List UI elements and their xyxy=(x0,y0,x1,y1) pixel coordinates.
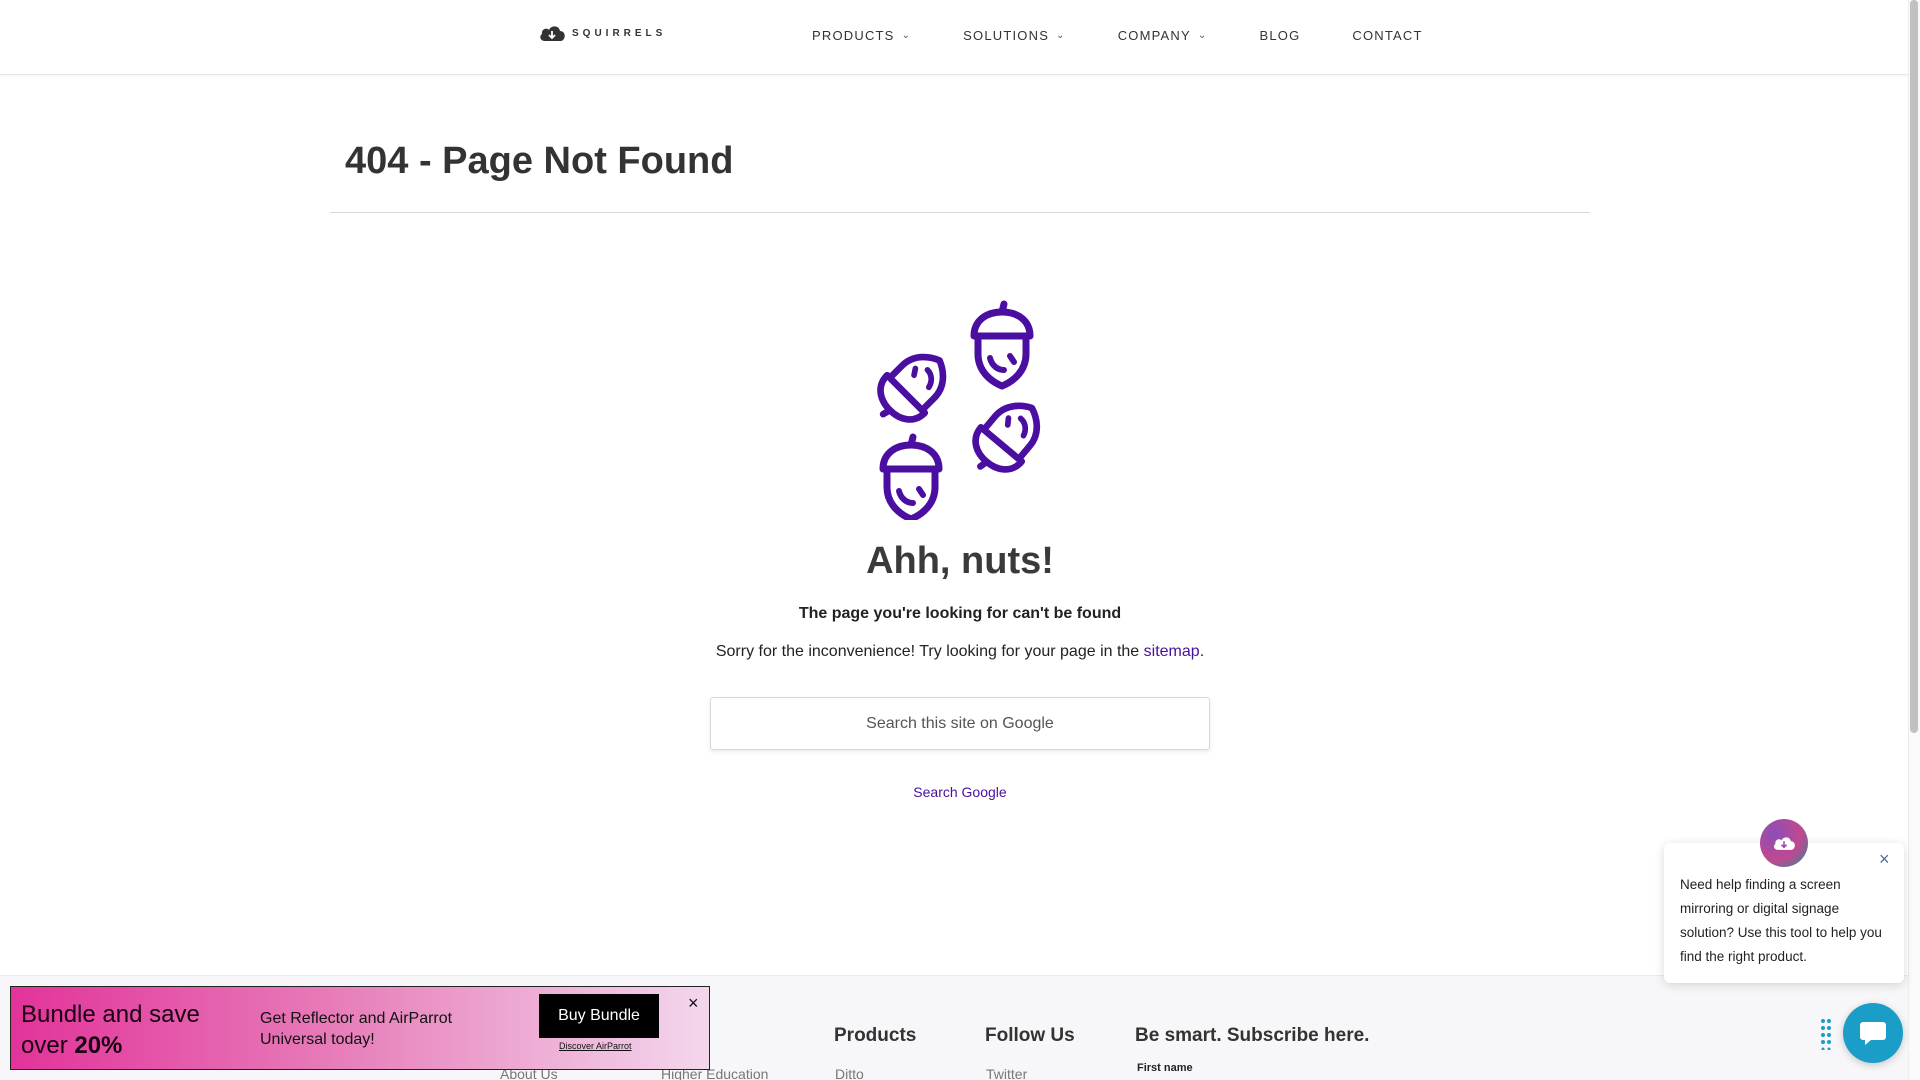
chat-avatar xyxy=(1760,819,1808,867)
bundle-message: Get Reflector and AirParrot Universal to… xyxy=(260,1008,452,1050)
first-name-label: First name xyxy=(1137,1062,1193,1074)
nav-company[interactable]: COMPANY ⌄ xyxy=(1118,28,1208,43)
footer-link-twitter[interactable]: Twitter xyxy=(986,1066,1027,1080)
search-google-wrap: Search Google xyxy=(0,784,1920,800)
bundle-headline: Bundle and save over 20% xyxy=(21,999,200,1061)
footer-heading-products: Products xyxy=(834,1025,917,1046)
chat-launcher-button[interactable] xyxy=(1843,1003,1903,1063)
bundle-message-line1: Get Reflector and AirParrot xyxy=(260,1010,453,1027)
page-title: 404 - Page Not Found xyxy=(345,140,734,182)
bundle-promo-banner: Bundle and save over 20% Get Reflector a… xyxy=(10,986,710,1070)
main-nav: PRODUCTS ⌄ SOLUTIONS ⌄ COMPANY ⌄ BLOG CO… xyxy=(812,28,1423,43)
sitemap-link[interactable]: sitemap xyxy=(1144,643,1200,660)
buy-bundle-button[interactable]: Buy Bundle xyxy=(539,994,659,1038)
scrollbar-thumb[interactable] xyxy=(1910,0,1918,733)
error-heading: Ahh, nuts! xyxy=(866,540,1054,582)
sorry-prefix: Sorry for the inconvenience! Try looking… xyxy=(715,643,1144,660)
search-google-button[interactable]: Search Google xyxy=(913,784,1006,800)
error-subheading: The page you're looking for can't be fou… xyxy=(798,605,1122,622)
nav-solutions[interactable]: SOLUTIONS ⌄ xyxy=(963,28,1066,43)
nav-contact[interactable]: CONTACT xyxy=(1352,28,1422,43)
chat-message: Need help finding a screen mirroring or … xyxy=(1680,877,1882,964)
bundle-message-line2: Universal today! xyxy=(260,1031,375,1048)
chevron-down-icon: ⌄ xyxy=(1197,30,1208,41)
close-icon[interactable]: × xyxy=(688,994,699,1012)
sorry-suffix: . xyxy=(1199,643,1205,660)
bundle-line1: Bundle and save xyxy=(21,1001,200,1028)
discover-airparrot-link[interactable]: Discover AirParrot xyxy=(559,1041,632,1051)
google-search-input[interactable] xyxy=(710,697,1210,750)
chevron-down-icon: ⌄ xyxy=(1056,30,1066,41)
divider xyxy=(330,212,1590,213)
chat-bubble-icon xyxy=(1860,1022,1886,1045)
site-header: SQUIRRELS PRODUCTS ⌄ SOLUTIONS ⌄ COMPANY… xyxy=(0,0,1908,75)
footer-link-ditto[interactable]: Ditto xyxy=(835,1066,864,1080)
sorry-text: Sorry for the inconvenience! Try looking… xyxy=(0,643,1920,661)
cloud-logo-icon xyxy=(540,26,565,41)
footer-heading-follow-us: Follow Us xyxy=(985,1025,1075,1046)
close-icon[interactable]: × xyxy=(1879,849,1890,870)
nav-products[interactable]: PRODUCTS ⌄ xyxy=(812,28,911,43)
chevron-down-icon: ⌄ xyxy=(901,30,912,41)
squirrels-logo[interactable]: SQUIRRELS xyxy=(538,24,666,42)
nav-blog[interactable]: BLOG xyxy=(1259,28,1300,43)
nav-blog-label: BLOG xyxy=(1259,28,1301,43)
bundle-discount: 20% xyxy=(74,1032,123,1059)
acorns-illustration-icon xyxy=(875,295,1050,520)
nav-products-label: PRODUCTS xyxy=(812,28,895,43)
bundle-line2: over 20% xyxy=(21,1030,200,1061)
subscribe-heading: Be smart. Subscribe here. xyxy=(1135,1025,1370,1046)
bundle-line2-prefix: over xyxy=(21,1032,75,1059)
drag-handle-icon[interactable] xyxy=(1820,1018,1832,1050)
nav-company-label: COMPANY xyxy=(1117,28,1191,43)
nav-contact-label: CONTACT xyxy=(1352,28,1423,43)
cloud-logo-icon xyxy=(1773,837,1795,850)
nav-solutions-label: SOLUTIONS xyxy=(963,28,1050,43)
logo-text: SQUIRRELS xyxy=(572,27,667,39)
